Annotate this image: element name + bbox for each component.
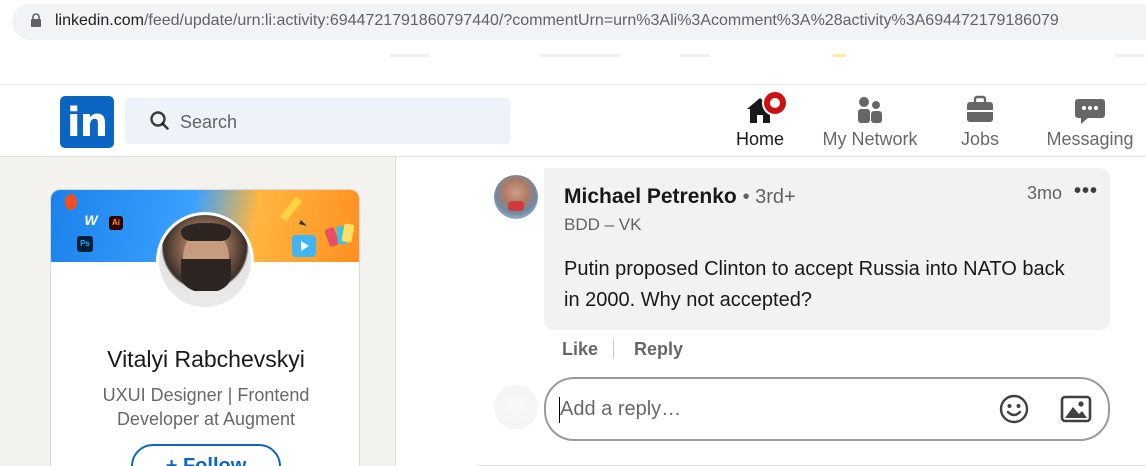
search-icon [150,111,169,130]
nav-my-network[interactable]: My Network [815,85,925,158]
comment-thread: Michael Petrenko • 3rd+ 3mo ••• BDD – VK… [395,157,1146,466]
figma-icon [65,194,77,210]
current-user-avatar [494,385,538,429]
commenter-subtitle: BDD – VK [564,215,642,234]
reply-button[interactable]: Reply [634,339,683,360]
avatar-hair [181,223,231,241]
faded-bookmark-strip [0,52,1146,72]
commenter-name-text: Michael Petrenko [564,185,737,208]
people-icon [858,97,882,123]
headline-line-1: UXUI Designer | Frontend [102,385,310,405]
avatar-detail [508,201,524,211]
profile-avatar[interactable] [156,212,254,310]
comment-timestamp: 3mo [1026,183,1062,203]
reply-box[interactable]: Add a reply… [544,377,1110,441]
browser-toolbar: linkedin.com/feed/update/urn:li:activity… [0,0,1146,84]
url-path: /feed/update/urn:li:activity:69447217918… [143,12,1059,29]
url-host: linkedin.com [55,12,144,29]
profile-name[interactable]: Vitalyi Rabchevskyi [51,346,359,373]
lock-icon [31,13,41,27]
briefcase-icon [967,95,993,122]
notification-badge [762,90,788,116]
emoji-icon[interactable] [998,393,1030,425]
search-input[interactable]: Search [180,112,237,133]
comment-text: Putin proposed Clinton to accept Russia … [564,258,1065,311]
more-options-icon[interactable]: ••• [1074,180,1098,203]
reply-input[interactable]: Add a reply… [560,398,681,421]
linkedin-logo[interactable]: in [60,96,114,148]
image-icon[interactable] [1060,395,1092,423]
commenter-avatar[interactable] [494,175,538,219]
palette-icon [325,223,355,247]
search-box[interactable]: Search [125,98,510,144]
nav-my-network-label: My Network [822,129,918,149]
nav-messaging[interactable]: Messaging [1035,85,1145,158]
linkedin-navbar: in Search Home My Network Jobs Messaging [0,84,1146,159]
headline-line-2: Developer at Augment [116,409,296,429]
banner-chip-ps: Ps [77,236,93,252]
profile-card: W Ai Ps Vitalyi Rabchevskyi UXUI Designe… [50,189,360,466]
nav-jobs-label: Jobs [960,129,1000,149]
nav-jobs[interactable]: Jobs [925,85,1035,158]
follow-button[interactable]: + Follow [131,444,281,466]
connection-degree: • 3rd+ [742,186,796,208]
nav-messaging-label: Messaging [1046,129,1134,149]
nav-home[interactable]: Home [705,85,815,159]
pencil-icon [279,196,307,226]
profile-headline: UXUI Designer | Frontend Developer at Au… [51,383,359,431]
play-icon [292,235,316,257]
chat-icon [1075,99,1105,124]
address-url[interactable]: linkedin.com/feed/update/urn:li:activity… [55,12,1059,30]
banner-chip-ai: Ai [109,216,123,230]
comment-bubble: Michael Petrenko • 3rd+ 3mo ••• BDD – VK… [544,168,1110,330]
avatar-beard [181,259,231,293]
banner-chip-w: W [84,212,98,228]
like-button[interactable]: Like [562,339,598,360]
nav-home-label: Home [735,129,784,149]
actions-divider [613,339,614,359]
commenter-name[interactable]: Michael Petrenko • 3rd+ [564,185,796,209]
avatar-shirt [165,291,251,307]
